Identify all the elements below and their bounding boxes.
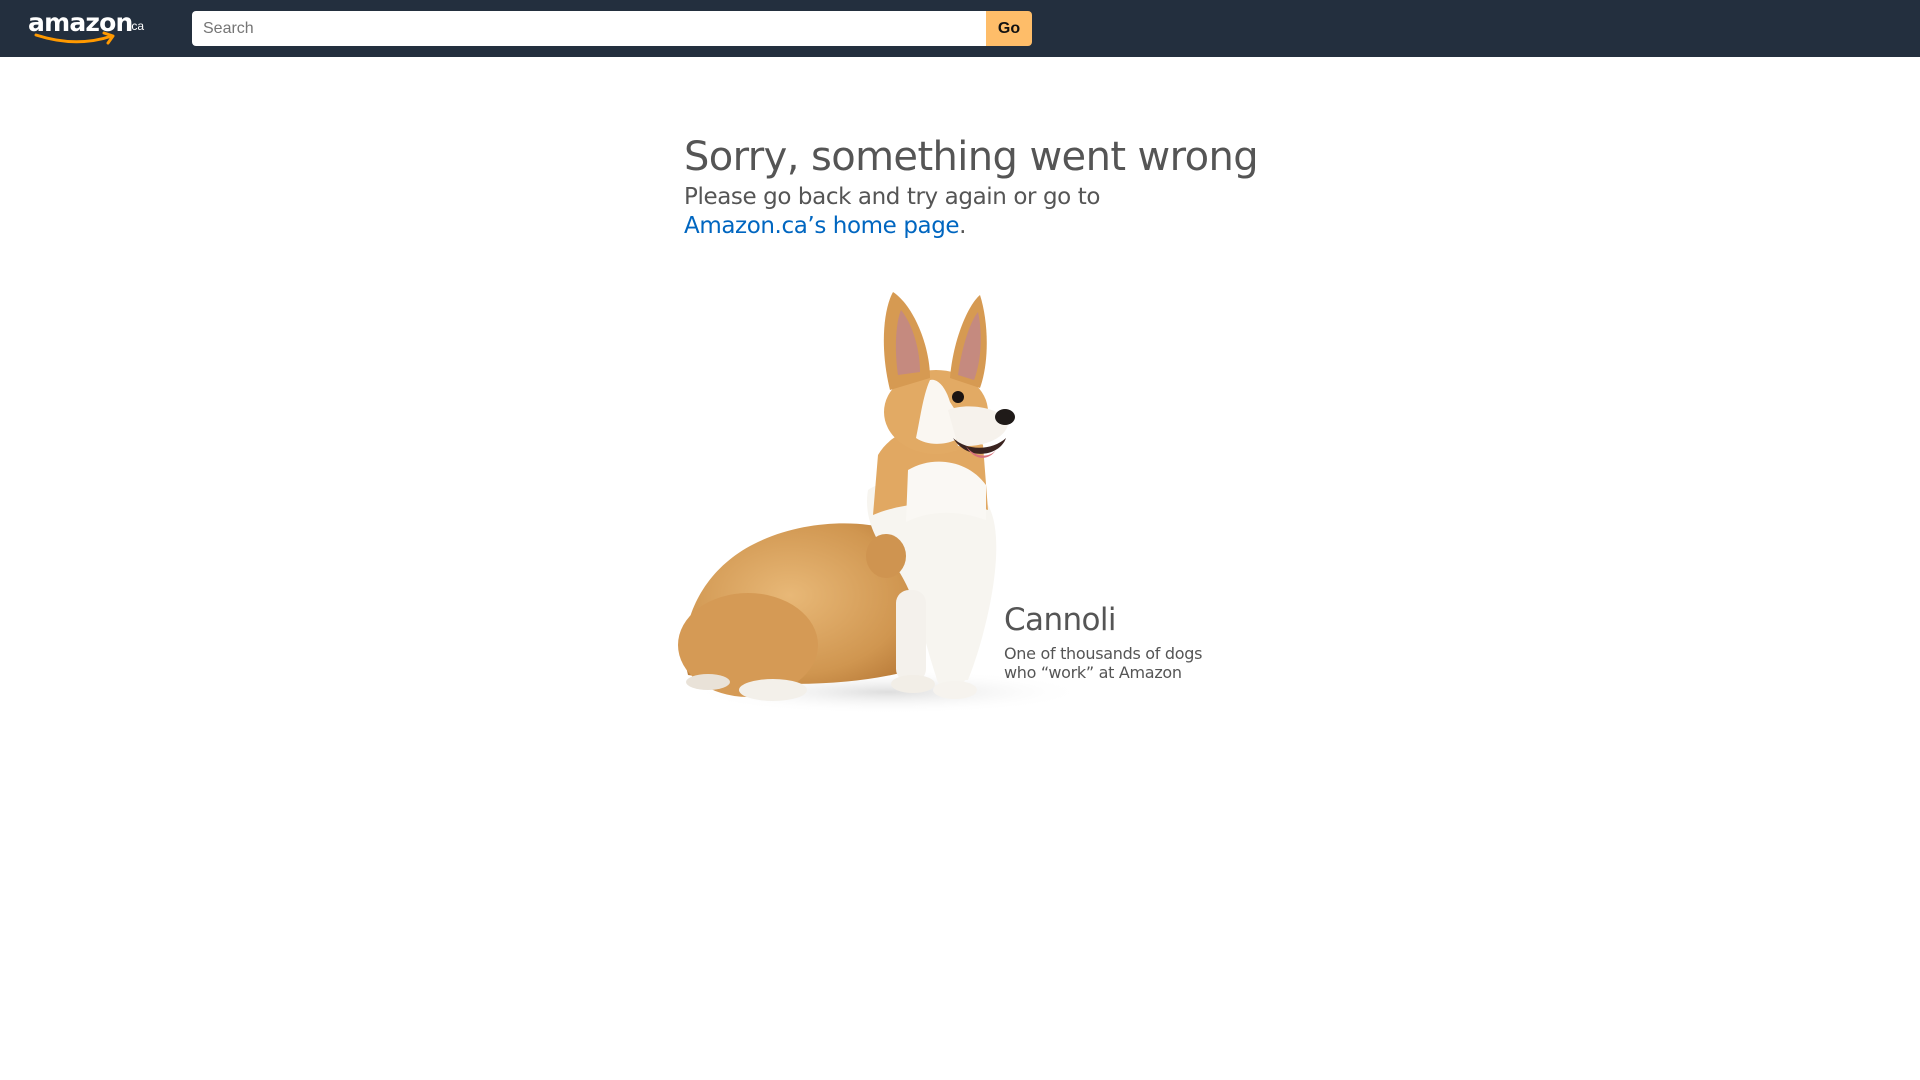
dog-caption-line-1: One of thousands of dogs <box>1004 644 1203 663</box>
logo-country-suffix: .ca <box>128 19 145 33</box>
error-subtitle: Please go back and try again or go to <box>684 184 1101 210</box>
home-page-link[interactable]: Amazon.ca’s home page <box>684 213 960 239</box>
dog-caption-line-2: who “work” at Amazon <box>1004 663 1182 682</box>
search-input[interactable] <box>192 11 986 46</box>
error-message-panel: Sorry, something went wrong Please go ba… <box>668 120 1259 740</box>
link-period: . <box>959 213 967 239</box>
smile-arrow-icon <box>34 31 115 45</box>
search-form: Go <box>192 11 1032 46</box>
error-title: Sorry, something went wrong <box>684 134 1259 180</box>
go-button[interactable]: Go <box>986 11 1032 46</box>
home-link-line: Amazon.ca’s home page. <box>684 211 966 241</box>
dog-name: Cannoli <box>1004 602 1117 638</box>
amazon-logo[interactable]: amazon .ca <box>28 8 148 48</box>
top-navigation-bar: amazon .ca Go <box>0 0 1920 57</box>
